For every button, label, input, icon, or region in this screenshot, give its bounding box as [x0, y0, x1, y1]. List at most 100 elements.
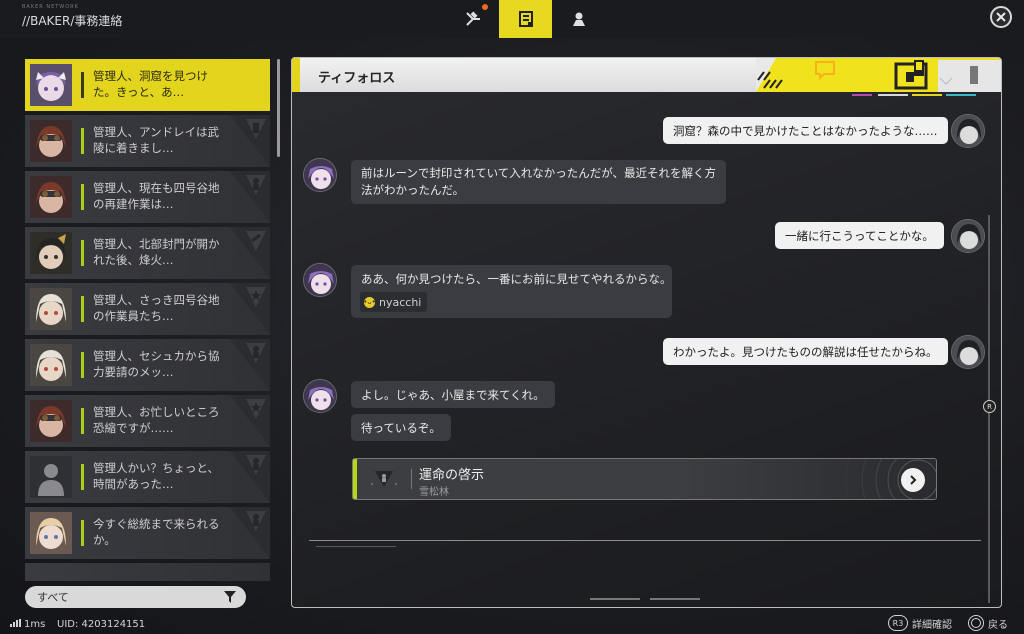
contact-preview: 管理人、セシュカから協力要請のメッ…	[93, 349, 220, 379]
avatar	[30, 344, 72, 386]
sticker-tag[interactable]: •ᴗ• nyacchi	[360, 292, 428, 312]
contact-accent-bar	[81, 464, 84, 490]
message-line: 前はルーンで封印されていて入れなかったんだが、最近それを解く方	[361, 166, 717, 180]
quest-title: 運命の啓示	[419, 468, 485, 483]
contact-item[interactable]: 管理人、セシュカから協力要請のメッ…	[25, 339, 270, 391]
contact-item[interactable]: 管理人かい？ちょっと、時間があった…	[25, 451, 270, 503]
app-root: BAKER NETWORK //BAKER/事務連絡 管理人、洞窟を見つけた。き…	[0, 0, 1024, 634]
avatar	[30, 232, 72, 274]
top-tabs	[446, 0, 605, 38]
contact-preview: 管理人かい？ちょっと、時間があった…	[93, 461, 220, 491]
contact-preview: 管理人、北部封門が開かれた後、烽火…	[93, 237, 220, 267]
detail-hint-label: 詳細確認	[912, 619, 952, 631]
quest-separator	[411, 469, 412, 489]
filter-icon	[224, 591, 236, 603]
avatar	[30, 64, 72, 106]
quest-location: 雪松林	[419, 487, 449, 498]
person-tag-icon	[230, 451, 270, 503]
contact-preview: 管理人、お忙しいところ恐縮ですが……	[93, 405, 220, 435]
top-bar: BAKER NETWORK //BAKER/事務連絡	[0, 0, 1024, 38]
person-tag-icon	[230, 171, 270, 223]
user-id: UID: 4203124151	[57, 619, 146, 630]
contact-accent-bar	[81, 352, 84, 378]
quest-open-button[interactable]	[901, 468, 925, 492]
contact-item[interactable]: 管理人、アンドレイは武陵に着きまし…	[25, 115, 270, 167]
avatar	[30, 512, 72, 554]
character-avatar	[303, 379, 337, 413]
sticker-name: nyacchi	[379, 295, 422, 309]
message-bubble-them: 待っているぞ。	[351, 414, 451, 441]
avatar	[30, 288, 72, 330]
message-bubble-them: よし。じゃあ、小屋まで来てくれ。	[351, 381, 555, 408]
chat-divider-secondary	[316, 546, 396, 547]
quest-card[interactable]: 運命の啓示 雪松林	[352, 458, 937, 500]
avatar	[30, 120, 72, 162]
chat-page-indicator	[590, 598, 700, 600]
contact-item[interactable]	[25, 563, 270, 581]
contact-item[interactable]: 今すぐ総統まで来られるか。	[25, 507, 270, 559]
contact-item[interactable]: 管理人、さっき四号谷地の作業員たち…	[25, 283, 270, 335]
contact-item[interactable]: 管理人、洞窟を見つけた。きっと、あ…	[25, 59, 270, 111]
quest-accent	[353, 459, 357, 499]
message-bubble-me: 一緒に行こうってことかな。	[775, 222, 944, 249]
location-tag-icon	[230, 115, 270, 167]
detail-hint[interactable]: R3 詳細確認	[888, 615, 952, 631]
person-tag-icon	[230, 339, 270, 391]
status-bar: 1ms UID: 4203124151 R3 詳細確認 戻る	[0, 614, 1024, 634]
filter-label: すべて	[37, 591, 69, 604]
person-tag-icon	[230, 507, 270, 559]
contact-item[interactable]: 管理人、お忙しいところ恐縮ですが……	[25, 395, 270, 447]
scroll-position-marker[interactable]: R	[983, 400, 996, 413]
back-hint-label: 戻る	[988, 619, 1008, 631]
no-entry-tag-icon	[230, 227, 270, 279]
chat-header: ティフォロス	[292, 58, 1001, 96]
contact-preview: 管理人、アンドレイは武陵に着きまし…	[93, 125, 220, 155]
r3-button-icon: R3	[888, 615, 908, 631]
document-icon	[518, 11, 533, 27]
message-bubble-me: 洞窟？森の中で見かけたことはなかったような……	[663, 117, 948, 144]
back-hint[interactable]: 戻る	[968, 615, 1008, 631]
contact-list-scrollbar[interactable]	[277, 59, 280, 157]
close-button[interactable]	[990, 6, 1012, 28]
contact-accent-bar	[81, 72, 84, 98]
contact-preview: 管理人、さっき四号谷地の作業員たち…	[93, 293, 220, 323]
character-avatar	[303, 263, 337, 297]
header-underline	[852, 94, 976, 96]
star-tag-icon	[230, 395, 270, 447]
contact-accent-bar	[81, 184, 84, 210]
contact-item[interactable]: 管理人、北部封門が開かれた後、烽火…	[25, 227, 270, 279]
contact-accent-bar	[81, 520, 84, 546]
quest-marker-icon	[371, 471, 397, 487]
header-accent	[292, 58, 300, 92]
header-decoration	[756, 58, 1001, 92]
breadcrumb: //BAKER/事務連絡	[22, 14, 123, 28]
message-bubble-them: 前はルーンで封印されていて入れなかったんだが、最近それを解く方 法がわかったんだ…	[351, 160, 727, 204]
cat-face-icon: •ᴗ•	[363, 296, 376, 308]
network-logo: BAKER NETWORK	[22, 4, 79, 10]
message-text: ああ、何か見つけたら、一番にお前に見せてやれるからな。	[361, 272, 672, 286]
contact-accent-bar	[81, 296, 84, 322]
tab-route[interactable]	[446, 0, 499, 38]
avatar	[30, 176, 72, 218]
filter-dropdown[interactable]: すべて	[25, 586, 246, 608]
message-bubble-me: わかったよ。見つけたものの解説は任せたからね。	[663, 338, 948, 365]
contact-preview: 管理人、現在も四号谷地の再建作業は…	[93, 181, 220, 211]
tab-messages[interactable]	[499, 0, 552, 38]
message-line: 法がわかったんだ。	[361, 183, 465, 197]
contact-item[interactable]: 管理人、現在も四号谷地の再建作業は…	[25, 171, 270, 223]
contact-preview: 管理人、洞窟を見つけた。きっと、あ…	[93, 69, 208, 99]
ping-value: 1ms	[24, 619, 46, 630]
chat-title: ティフォロス	[318, 71, 396, 86]
avatar	[30, 400, 72, 442]
contact-accent-bar	[81, 128, 84, 154]
route-icon	[465, 11, 480, 26]
player-avatar	[951, 114, 985, 148]
avatar	[30, 456, 72, 498]
contact-accent-bar	[81, 408, 84, 434]
chevron-right-icon	[910, 475, 917, 485]
tab-profile[interactable]	[552, 0, 605, 38]
contact-list: 管理人、洞窟を見つけた。きっと、あ… 管理人、アンドレイは武陵に着きまし… 管理…	[25, 59, 270, 581]
circle-button-icon	[968, 615, 984, 631]
close-icon	[996, 12, 1006, 22]
chat-divider	[309, 540, 981, 541]
